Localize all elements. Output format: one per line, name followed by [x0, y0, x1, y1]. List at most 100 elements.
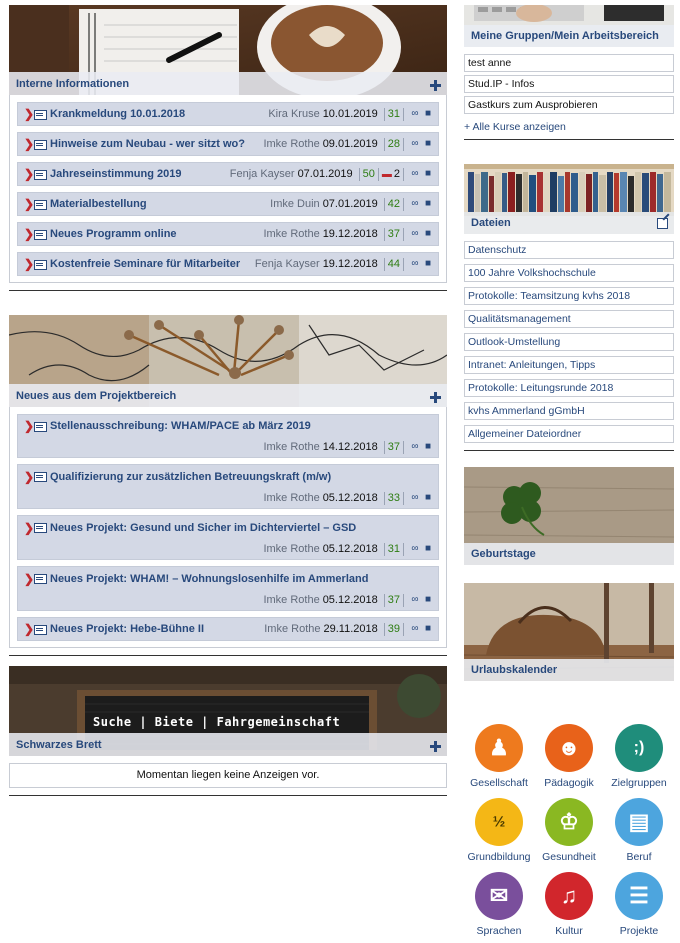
chevron-right-icon[interactable]: ❯: [24, 257, 34, 271]
group-link[interactable]: Stud.IP - Infos: [464, 75, 674, 93]
chevron-right-icon[interactable]: ❯: [24, 137, 34, 151]
news-item[interactable]: ❯ Materialbestellung Imke Duin 07.01.2019 42…: [17, 192, 439, 216]
link-icon[interactable]: ∞: [410, 199, 420, 209]
chevron-right-icon[interactable]: ❯: [24, 167, 34, 181]
news-author[interactable]: Imke Rothe: [263, 543, 319, 555]
link-icon[interactable]: ∞: [410, 442, 420, 452]
chevron-right-icon[interactable]: ❯: [24, 197, 34, 211]
news-author[interactable]: Imke Rothe: [263, 138, 319, 150]
link-icon[interactable]: ∞: [410, 595, 420, 605]
file-folder-link[interactable]: Qualitätsmanagement: [464, 310, 674, 328]
news-title[interactable]: Stellenausschreibung: WHAM/PACE ab März …: [50, 420, 433, 432]
trash-icon[interactable]: ■: [423, 229, 433, 239]
chevron-right-icon[interactable]: ❯: [24, 622, 34, 636]
file-folder-link[interactable]: Protokolle: Teamsitzung kvhs 2018: [464, 287, 674, 305]
news-title[interactable]: Krankmeldung 10.01.2018: [50, 108, 268, 120]
news-author[interactable]: Imke Rothe: [264, 623, 320, 635]
category-sprachen[interactable]: ✉ Sprachen: [464, 872, 534, 937]
news-item[interactable]: ❯ Jahreseinstimmung 2019 Fenja Kayser 07.01…: [17, 162, 439, 186]
link-icon[interactable]: ∞: [410, 544, 420, 554]
chevron-right-icon[interactable]: ❯: [24, 107, 34, 121]
chevron-right-icon[interactable]: ❯: [24, 470, 34, 484]
plus-icon[interactable]: [430, 392, 441, 403]
chevron-right-icon[interactable]: ❯: [24, 227, 34, 241]
group-link[interactable]: test anne: [464, 54, 674, 72]
category-gesundheit[interactable]: ♔ Gesundheit: [534, 798, 604, 863]
news-title[interactable]: Kostenfreie Seminare für Mitarbeiter: [50, 258, 255, 270]
news-item[interactable]: ❯ Stellenausschreibung: WHAM/PACE ab März…: [17, 414, 439, 458]
file-folder-link[interactable]: Outlook-Umstellung: [464, 333, 674, 351]
file-folder-link[interactable]: Protokolle: Leitungsrunde 2018: [464, 379, 674, 397]
news-title[interactable]: Hinweise zum Neubau - wer sitzt wo?: [50, 138, 263, 150]
news-item[interactable]: ❯ Neues Projekt: Hebe-Bühne II Imke Rothe 2…: [17, 617, 439, 641]
news-item[interactable]: ❯ Krankmeldung 10.01.2018 Kira Kruse 10.01.…: [17, 102, 439, 126]
link-icon[interactable]: ∞: [410, 109, 420, 119]
all-courses-link[interactable]: + Alle Kurse anzeigen: [464, 121, 674, 133]
widget-title: Dateien: [464, 212, 674, 234]
link-icon[interactable]: ∞: [410, 259, 420, 269]
news-title[interactable]: Jahreseinstimmung 2019: [50, 168, 230, 180]
file-folder-link[interactable]: Datenschutz: [464, 241, 674, 259]
news-title[interactable]: Qualifizierung zur zusätzlichen Betreuun…: [50, 471, 433, 483]
news-author[interactable]: Imke Rothe: [263, 492, 319, 504]
news-item[interactable]: ❯ Neues Programm online Imke Rothe 19.12.20…: [17, 222, 439, 246]
news-title[interactable]: Neues Projekt: WHAM! – Wohnungslosenhilf…: [50, 573, 433, 585]
link-icon[interactable]: ∞: [410, 169, 420, 179]
chevron-right-icon[interactable]: ❯: [24, 419, 34, 433]
news-row: ❯ Neues Projekt: Gesund und Sicher im Dic…: [24, 516, 433, 539]
trash-icon[interactable]: ■: [423, 139, 433, 149]
book-icon: ½: [475, 798, 523, 846]
banner-schwarzes-brett: Suche | Biete | Fahrgemeinschaft Schwarz…: [9, 666, 447, 756]
category-paedagogik[interactable]: ☻ Pädagogik: [534, 724, 604, 789]
trash-icon[interactable]: ■: [423, 199, 433, 209]
category-beruf[interactable]: ▤ Beruf: [604, 798, 674, 863]
trash-icon[interactable]: ■: [423, 624, 433, 634]
link-icon[interactable]: ∞: [410, 139, 420, 149]
link-icon[interactable]: ∞: [410, 229, 420, 239]
file-folder-link[interactable]: 100 Jahre Volkshochschule: [464, 264, 674, 282]
news-item[interactable]: ❯ Qualifizierung zur zusätzlichen Betreuu…: [17, 464, 439, 509]
news-author[interactable]: Imke Rothe: [263, 594, 319, 606]
news-author[interactable]: Fenja Kayser: [230, 168, 295, 180]
news-author[interactable]: Imke Duin: [270, 198, 320, 210]
trash-icon[interactable]: ■: [423, 109, 433, 119]
trash-icon[interactable]: ■: [423, 493, 433, 503]
category-projekte[interactable]: ☰ Projekte: [604, 872, 674, 937]
news-title[interactable]: Neues Projekt: Gesund und Sicher im Dich…: [50, 522, 433, 534]
category-zielgruppen[interactable]: ;) Zielgruppen: [604, 724, 674, 789]
news-author[interactable]: Fenja Kayser: [255, 258, 320, 270]
news-title[interactable]: Materialbestellung: [50, 198, 270, 210]
trash-icon[interactable]: ■: [423, 544, 433, 554]
news-meta: Imke Rothe 05.12.2018 37 ∞ ■: [263, 593, 433, 607]
news-item[interactable]: ❯ Hinweise zum Neubau - wer sitzt wo? Imke…: [17, 132, 439, 156]
news-author[interactable]: Kira Kruse: [268, 108, 319, 120]
category-grundbildung[interactable]: ½ Grundbildung: [464, 798, 534, 863]
news-date: 19.12.2018: [322, 228, 378, 240]
news-item[interactable]: ❯ Neues Projekt: WHAM! – Wohnungslosenhil…: [17, 566, 439, 611]
news-title[interactable]: Neues Programm online: [50, 228, 263, 240]
file-folder-link[interactable]: Intranet: Anleitungen, Tipps: [464, 356, 674, 374]
trash-icon[interactable]: ■: [423, 169, 433, 179]
news-title[interactable]: Neues Projekt: Hebe-Bühne II: [50, 623, 264, 635]
link-icon[interactable]: ∞: [410, 624, 420, 634]
edit-icon[interactable]: [657, 218, 668, 229]
group-link[interactable]: Gastkurs zum Ausprobieren: [464, 96, 674, 114]
news-item[interactable]: ❯ Kostenfreie Seminare für Mitarbeiter Fen…: [17, 252, 439, 276]
trash-icon[interactable]: ■: [423, 442, 433, 452]
news-author[interactable]: Imke Rothe: [263, 228, 319, 240]
chevron-right-icon[interactable]: ❯: [24, 572, 34, 586]
category-gesellschaft[interactable]: ♟ Gesellschaft: [464, 724, 534, 789]
category-kultur[interactable]: ♫ Kultur: [534, 872, 604, 937]
file-folder-link[interactable]: kvhs Ammerland gGmbH: [464, 402, 674, 420]
news-author[interactable]: Imke Rothe: [263, 441, 319, 453]
plus-icon[interactable]: [430, 741, 441, 752]
news-date: 07.01.2019: [322, 198, 378, 210]
file-folder-link[interactable]: Allgemeiner Dateiordner: [464, 425, 674, 443]
news-item[interactable]: ❯ Neues Projekt: Gesund und Sicher im Dic…: [17, 515, 439, 560]
trash-icon[interactable]: ■: [423, 595, 433, 605]
link-icon[interactable]: ∞: [410, 493, 420, 503]
trash-icon[interactable]: ■: [423, 259, 433, 269]
category-label: Gesellschaft: [470, 777, 528, 789]
plus-icon[interactable]: [430, 80, 441, 91]
chevron-right-icon[interactable]: ❯: [24, 521, 34, 535]
